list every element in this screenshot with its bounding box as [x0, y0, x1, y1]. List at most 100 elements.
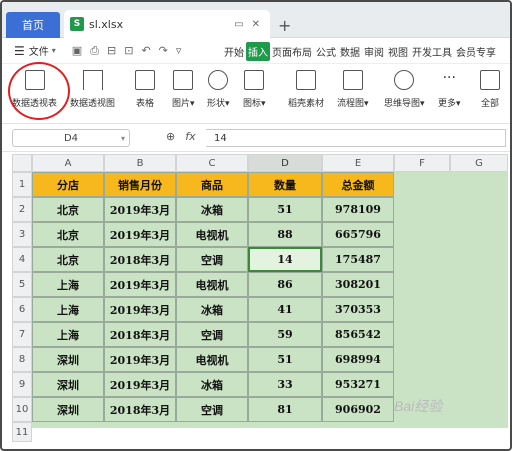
flowchart-button[interactable]: 流程图▾ [337, 70, 369, 109]
header-cell[interactable]: 销售月份 [104, 172, 176, 197]
header-cell[interactable]: 分店 [32, 172, 104, 197]
column-header[interactable]: B [104, 154, 176, 172]
row-header[interactable]: 3 [12, 222, 32, 247]
table-cell[interactable]: 953271 [322, 372, 394, 397]
window-icon[interactable]: ▭ [234, 19, 243, 30]
table-cell[interactable]: 上海 [32, 272, 104, 297]
table-cell[interactable]: 2019年3月 [104, 297, 176, 322]
table-cell[interactable]: 856542 [322, 322, 394, 347]
table-cell[interactable]: 冰箱 [176, 372, 248, 397]
icon-button[interactable]: 图标▾ [243, 70, 266, 109]
shape-button[interactable]: 形状▾ [207, 70, 230, 109]
table-cell[interactable]: 175487 [322, 247, 394, 272]
chevron-down-icon[interactable]: ▾ [52, 46, 56, 55]
menu-insert[interactable]: 插入 [246, 42, 270, 61]
close-tab-icon[interactable]: ✕ [252, 19, 260, 30]
menu-member[interactable]: 会员专享 [454, 42, 498, 61]
table-cell[interactable]: 51 [248, 197, 322, 222]
column-header[interactable]: C [176, 154, 248, 172]
table-cell[interactable]: 81 [248, 397, 322, 422]
table-cell[interactable]: 电视机 [176, 272, 248, 297]
menu-start[interactable]: 开始 [222, 42, 246, 61]
table-cell[interactable]: 深圳 [32, 397, 104, 422]
row-header[interactable]: 9 [12, 372, 32, 397]
more-icon[interactable]: ▿ [176, 44, 182, 58]
table-cell[interactable]: 41 [248, 297, 322, 322]
table-cell[interactable]: 冰箱 [176, 197, 248, 222]
column-header[interactable]: E [322, 154, 394, 172]
chevron-down-icon[interactable]: ▾ [121, 134, 125, 143]
table-cell[interactable]: 电视机 [176, 347, 248, 372]
name-box[interactable]: D4 ▾ [12, 129, 130, 147]
more-button[interactable]: ··· 更多▾ [438, 70, 461, 109]
table-cell[interactable]: 2018年3月 [104, 397, 176, 422]
pivot-chart-button[interactable]: 数据透视图 [70, 70, 115, 109]
file-menu[interactable]: 文件 [29, 43, 49, 58]
column-header[interactable]: D [248, 154, 322, 172]
redo-icon[interactable]: ↷ [159, 44, 168, 58]
table-cell[interactable]: 33 [248, 372, 322, 397]
table-cell[interactable]: 深圳 [32, 347, 104, 372]
header-cell[interactable]: 数量 [248, 172, 322, 197]
column-header[interactable]: G [450, 154, 508, 172]
hamburger-icon[interactable]: ☰ [14, 44, 25, 58]
zoom-icon[interactable]: ⊕ [166, 130, 175, 143]
table-cell[interactable]: 电视机 [176, 222, 248, 247]
menu-data[interactable]: 数据 [338, 42, 362, 61]
table-cell[interactable]: 86 [248, 272, 322, 297]
table-cell[interactable]: 370353 [322, 297, 394, 322]
row-header[interactable]: 5 [12, 272, 32, 297]
corner-header[interactable] [12, 154, 32, 172]
menu-formula[interactable]: 公式 [314, 42, 338, 61]
table-cell[interactable]: 空调 [176, 397, 248, 422]
undo-icon[interactable]: ↶ [141, 44, 150, 58]
header-cell[interactable]: 总金额 [322, 172, 394, 197]
add-tab-icon[interactable]: + [278, 16, 291, 35]
menu-dev-tools[interactable]: 开发工具 [410, 42, 454, 61]
fx-icon[interactable]: fx [185, 130, 195, 143]
print-icon[interactable]: ⊟ [107, 44, 116, 58]
menu-page-layout[interactable]: 页面布局 [270, 42, 314, 61]
tab-file[interactable]: S sl.xlsx ▭ ✕ [64, 10, 270, 38]
preview-icon[interactable]: ⊡ [124, 44, 133, 58]
header-cell[interactable]: 商品 [176, 172, 248, 197]
save-icon[interactable]: ▣ [72, 44, 82, 58]
table-cell[interactable]: 698994 [322, 347, 394, 372]
selected-cell[interactable]: 14 [248, 247, 322, 272]
table-cell[interactable]: 2019年3月 [104, 197, 176, 222]
column-header[interactable]: F [394, 154, 450, 172]
row-header[interactable]: 6 [12, 297, 32, 322]
docer-material-button[interactable]: 稻壳素材 [288, 70, 324, 109]
table-cell[interactable]: 北京 [32, 222, 104, 247]
export-icon[interactable]: ⎙ [90, 44, 99, 58]
row-header[interactable]: 11 [12, 422, 32, 442]
table-cell[interactable]: 上海 [32, 297, 104, 322]
table-cell[interactable]: 空调 [176, 322, 248, 347]
table-button[interactable]: 表格 [135, 70, 155, 109]
table-cell[interactable]: 665796 [322, 222, 394, 247]
row-header[interactable]: 10 [12, 397, 32, 422]
row-header[interactable]: 7 [12, 322, 32, 347]
table-cell[interactable]: 906902 [322, 397, 394, 422]
table-cell[interactable]: 2019年3月 [104, 347, 176, 372]
table-cell[interactable]: 2019年3月 [104, 272, 176, 297]
menu-view[interactable]: 视图 [386, 42, 410, 61]
menu-review[interactable]: 审阅 [362, 42, 386, 61]
table-cell[interactable]: 北京 [32, 247, 104, 272]
table-cell[interactable]: 51 [248, 347, 322, 372]
table-cell[interactable]: 2018年3月 [104, 322, 176, 347]
picture-button[interactable]: 图片▾ [172, 70, 195, 109]
table-cell[interactable]: 空调 [176, 247, 248, 272]
formula-input[interactable]: 14 [206, 129, 506, 147]
table-cell[interactable]: 冰箱 [176, 297, 248, 322]
table-cell[interactable]: 308201 [322, 272, 394, 297]
table-cell[interactable]: 北京 [32, 197, 104, 222]
table-cell[interactable]: 978109 [322, 197, 394, 222]
all-button[interactable]: 全部 [480, 70, 500, 109]
table-cell[interactable]: 上海 [32, 322, 104, 347]
column-header[interactable]: A [32, 154, 104, 172]
table-cell[interactable]: 88 [248, 222, 322, 247]
table-cell[interactable]: 2019年3月 [104, 222, 176, 247]
row-header[interactable]: 2 [12, 197, 32, 222]
row-header[interactable]: 4 [12, 247, 32, 272]
